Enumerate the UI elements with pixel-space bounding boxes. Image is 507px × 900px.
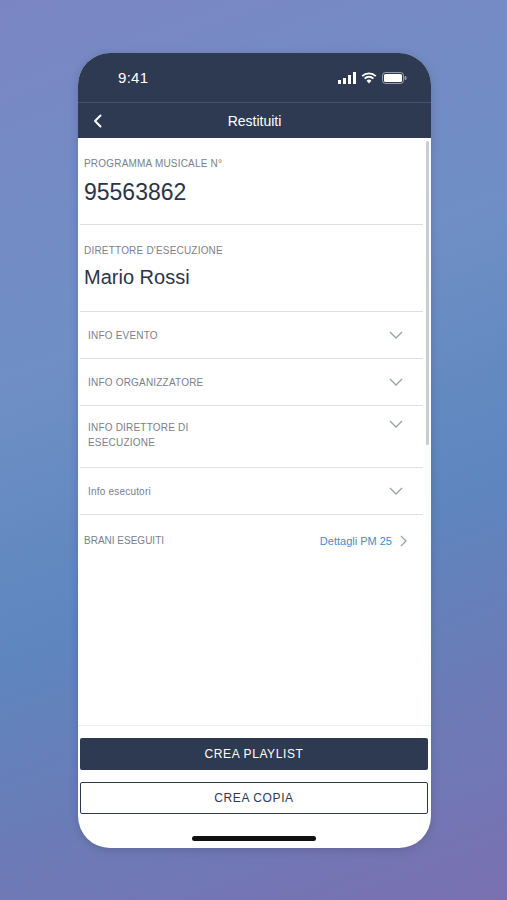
home-indicator <box>192 836 316 841</box>
section-row[interactable]: Info esecutori <box>80 468 423 515</box>
details-link[interactable]: Dettagli PM 25 <box>320 535 407 547</box>
detail-content: PROGRAMMA MUSICALE N° 95563862 DIRETTORE D… <box>78 138 431 725</box>
chevron-down-icon[interactable] <box>389 378 403 386</box>
create-copy-button[interactable]: CREA COPIA <box>80 782 428 814</box>
tracks-row[interactable]: BRANI ESEGUITI Dettagli PM 25 <box>80 515 423 574</box>
back-chevron-icon[interactable] <box>93 114 103 128</box>
create-playlist-button[interactable]: CREA PLAYLIST <box>80 738 428 770</box>
info-field: PROGRAMMA MUSICALE N° 95563862 <box>80 138 423 225</box>
action-bar: CREA PLAYLIST CREA COPIA <box>78 725 431 848</box>
status-bar: 9:41 <box>78 53 431 103</box>
field-label: DIRETTORE D'ESECUZIONE <box>84 245 419 256</box>
chevron-right-icon[interactable] <box>400 535 407 547</box>
field-label: PROGRAMMA MUSICALE N° <box>84 158 419 169</box>
screen-title: Restituiti <box>118 113 391 129</box>
section-row[interactable]: INFO DIRETTORE DI ESECUZIONE <box>80 406 423 468</box>
scrollbar[interactable] <box>426 141 429 445</box>
chevron-down-icon[interactable] <box>389 420 403 428</box>
section-label[interactable]: INFO DIRETTORE DI ESECUZIONE <box>88 420 206 450</box>
section-label[interactable]: INFO ORGANIZZATORE <box>88 375 203 390</box>
details-link-text[interactable]: Dettagli PM 25 <box>320 535 392 547</box>
section-label[interactable]: Info esecutori <box>88 484 151 499</box>
back-button[interactable] <box>78 114 118 128</box>
field-value: 95563862 <box>84 179 419 206</box>
info-field: DIRETTORE D'ESECUZIONE Mario Rossi <box>80 225 423 312</box>
tracks-label: BRANI ESEGUITI <box>84 535 164 546</box>
signal-icon <box>338 72 356 84</box>
chevron-down-icon[interactable] <box>389 487 403 495</box>
phone-screen: 9:41 Restituiti PROGRAMMA MUSICALE N° 95563… <box>78 53 431 848</box>
wifi-icon <box>361 72 377 84</box>
clock: 9:41 <box>118 69 148 86</box>
battery-icon <box>382 72 407 84</box>
section-row[interactable]: INFO ORGANIZZATORE <box>80 359 423 406</box>
chevron-down-icon[interactable] <box>389 331 403 339</box>
nav-bar: Restituiti <box>78 103 431 138</box>
field-value: Mario Rossi <box>84 266 419 289</box>
status-icons <box>338 72 407 84</box>
section-row[interactable]: INFO EVENTO <box>80 312 423 359</box>
section-label[interactable]: INFO EVENTO <box>88 328 158 343</box>
